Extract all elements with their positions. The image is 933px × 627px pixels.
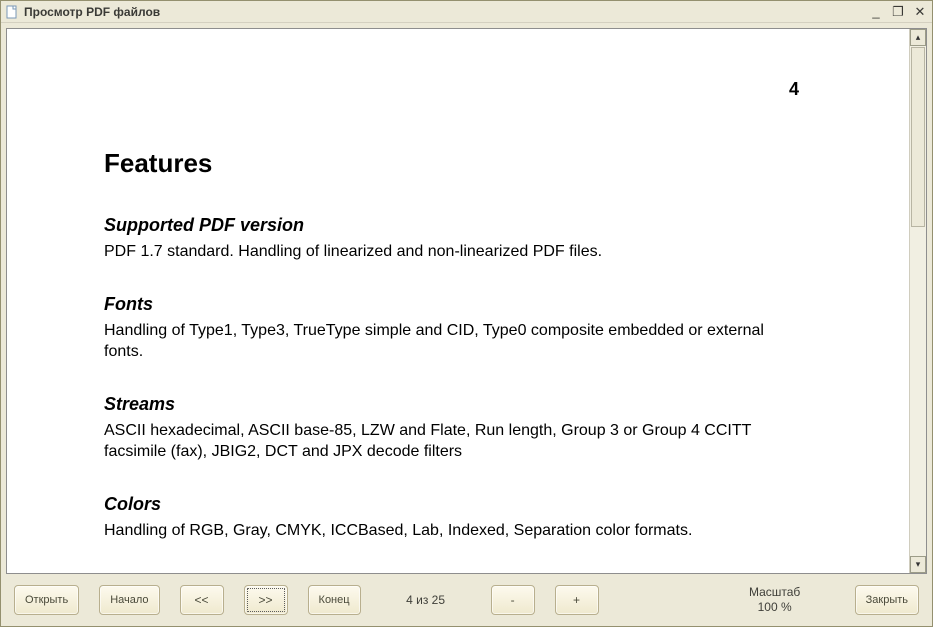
maximize-button[interactable]: ❐ [890, 5, 906, 19]
minimize-button[interactable]: _ [868, 5, 884, 19]
page-indicator: 4 из 25 [381, 593, 471, 607]
zoom-indicator: Масштаб 100 % [735, 585, 815, 615]
prev-page-button[interactable]: << [180, 585, 224, 615]
section-title: Fonts [104, 294, 869, 315]
section-body: Handling of Type1, Type3, TrueType simpl… [104, 321, 784, 362]
section-body: ASCII hexadecimal, ASCII base-85, LZW an… [104, 421, 784, 462]
title-bar[interactable]: Просмотр PDF файлов _ ❐ ✕ [1, 1, 932, 23]
pdf-page[interactable]: 4 Features Supported PDF version PDF 1.7… [7, 29, 909, 573]
document-icon [5, 5, 19, 19]
last-page-button[interactable]: Конец [308, 585, 361, 615]
scroll-thumb[interactable] [911, 47, 925, 227]
bottom-toolbar: Открыть Начало << >> Конец 4 из 25 - + М… [6, 574, 927, 626]
open-button[interactable]: Открыть [14, 585, 79, 615]
first-page-button[interactable]: Начало [99, 585, 159, 615]
zoom-in-button[interactable]: + [555, 585, 599, 615]
section-body: PDF 1.7 standard. Handling of linearized… [104, 242, 784, 262]
close-window-button[interactable]: ✕ [912, 5, 928, 19]
section-title: Supported PDF version [104, 215, 869, 236]
scroll-up-button[interactable]: ▴ [910, 29, 926, 46]
vertical-scrollbar[interactable]: ▴ ▾ [909, 29, 926, 573]
scroll-down-button[interactable]: ▾ [910, 556, 926, 573]
pdf-viewport: 4 Features Supported PDF version PDF 1.7… [6, 28, 927, 574]
section-title: Colors [104, 494, 869, 515]
zoom-value: 100 % [735, 600, 815, 615]
section-title: Streams [104, 394, 869, 415]
zoom-label: Масштаб [735, 585, 815, 600]
window-title: Просмотр PDF файлов [24, 5, 868, 19]
next-page-button[interactable]: >> [244, 585, 288, 615]
page-number: 4 [104, 79, 869, 100]
doc-heading: Features [104, 148, 869, 179]
client-area: 4 Features Supported PDF version PDF 1.7… [1, 23, 932, 626]
section-body: Handling of RGB, Gray, CMYK, ICCBased, L… [104, 521, 784, 541]
zoom-out-button[interactable]: - [491, 585, 535, 615]
window-controls: _ ❐ ✕ [868, 5, 928, 19]
app-window: Просмотр PDF файлов _ ❐ ✕ 4 Features Sup… [0, 0, 933, 627]
close-button[interactable]: Закрыть [855, 585, 919, 615]
